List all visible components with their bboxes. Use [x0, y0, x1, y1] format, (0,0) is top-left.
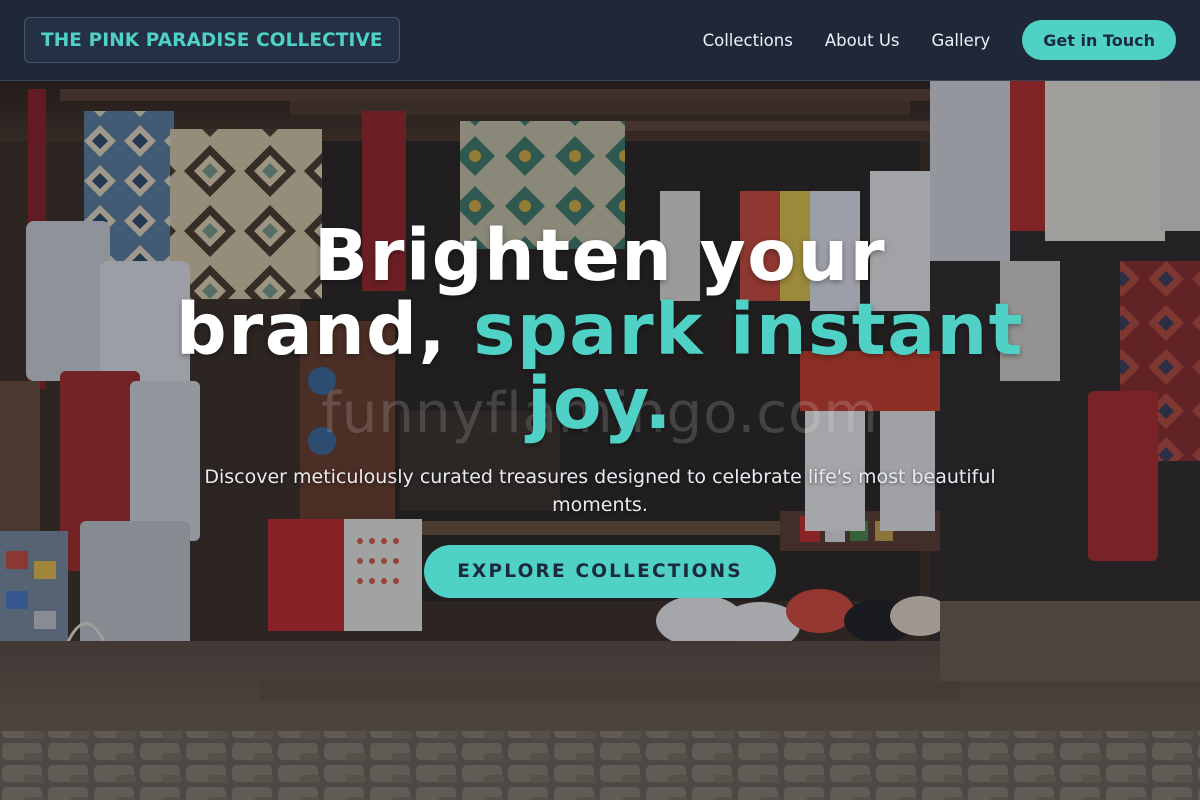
page: THE PINK PARADISE COLLECTIVE Collections… — [0, 0, 1200, 800]
brand-logo[interactable]: THE PINK PARADISE COLLECTIVE — [24, 17, 400, 63]
nav-link-about-us[interactable]: About Us — [825, 31, 900, 50]
nav-link-collections[interactable]: Collections — [703, 31, 793, 50]
top-navbar: THE PINK PARADISE COLLECTIVE Collections… — [0, 0, 1200, 81]
hero-section: funnyflamingo.com Brighten your brand, s… — [0, 81, 1200, 800]
hero-content: Brighten your brand, spark instant joy. … — [150, 219, 1050, 598]
nav-link-gallery[interactable]: Gallery — [932, 31, 991, 50]
headline-accent-words: spark instant — [473, 288, 1025, 371]
headline-line-1: Brighten your — [313, 214, 887, 297]
nav-links: Collections About Us Gallery Get in Touc… — [703, 20, 1176, 60]
get-in-touch-button[interactable]: Get in Touch — [1022, 20, 1176, 60]
explore-collections-button[interactable]: EXPLORE COLLECTIONS — [424, 545, 776, 598]
headline-white-word: brand, — [175, 288, 447, 371]
hero-headline: Brighten your brand, spark instant joy. — [150, 219, 1050, 441]
hero-subtitle: Discover meticulously curated treasures … — [204, 466, 996, 516]
headline-accent-end: joy. — [527, 362, 673, 445]
